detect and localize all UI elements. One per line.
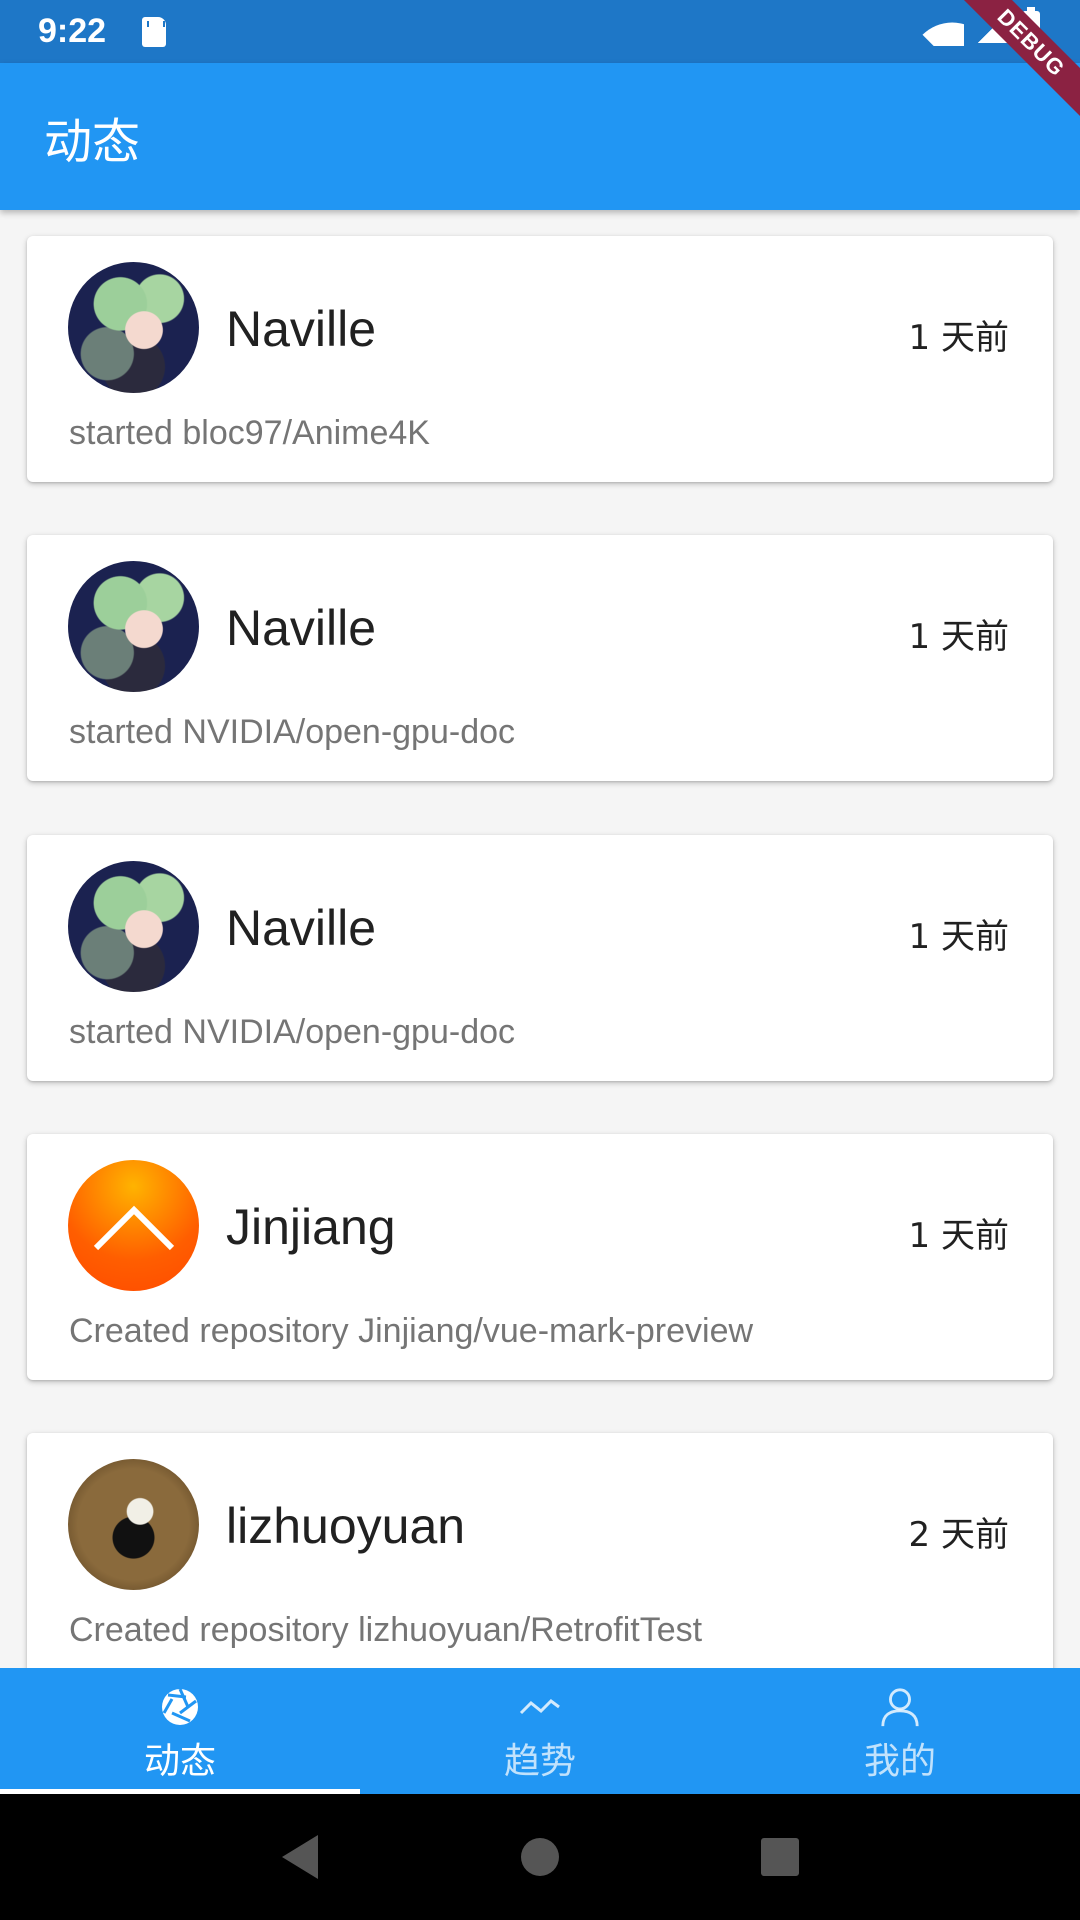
bottom-navigation: 动态 趋势 我的 (0, 1668, 1080, 1794)
event-time: 1 天前 (908, 1216, 1009, 1256)
tab-events[interactable]: 动态 (0, 1668, 360, 1794)
avatar[interactable] (68, 262, 199, 393)
tab-profile[interactable]: 我的 (720, 1668, 1080, 1794)
back-icon[interactable] (270, 1827, 330, 1887)
home-icon[interactable] (510, 1827, 570, 1887)
tab-trending[interactable]: 趋势 (360, 1668, 720, 1794)
user-name: Naville (226, 900, 377, 956)
tab-label: 趋势 (503, 1741, 576, 1782)
event-time: 1 天前 (908, 917, 1009, 957)
event-description: started bloc97/Anime4K (69, 414, 430, 452)
user-name: Jinjiang (226, 1199, 396, 1255)
status-bar: 9:22 (0, 0, 1080, 63)
person-icon (879, 1686, 921, 1728)
event-card[interactable]: Naville 1 天前 started NVIDIA/open-gpu-doc (27, 835, 1053, 1081)
user-name: Naville (226, 600, 377, 656)
event-description: Created repository Jinjiang/vue-mark-pre… (69, 1312, 754, 1350)
event-time: 2 天前 (908, 1515, 1009, 1555)
user-name: Naville (226, 301, 377, 357)
avatar[interactable] (68, 561, 199, 692)
trend-icon (519, 1686, 561, 1728)
avatar[interactable] (68, 1459, 199, 1590)
system-navigation-bar (0, 1794, 1080, 1920)
recents-icon[interactable] (750, 1827, 810, 1887)
event-card[interactable]: Naville 1 天前 started NVIDIA/open-gpu-doc (27, 535, 1053, 781)
event-description: Created repository lizhuoyuan/RetrofitTe… (69, 1611, 703, 1649)
page-title: 动态 (44, 113, 141, 170)
tab-label: 动态 (143, 1741, 216, 1782)
event-time: 1 天前 (908, 318, 1009, 358)
avatar[interactable] (68, 1160, 199, 1291)
event-feed[interactable]: Naville 1 天前 started bloc97/Anime4K Navi… (0, 210, 1080, 1668)
avatar[interactable] (68, 861, 199, 992)
app-bar: 动态 (0, 63, 1080, 210)
screen: 9:22 DEBUG 动态 Naville 1 天前 started bloc9… (0, 0, 1080, 1920)
status-time: 9:22 (38, 12, 107, 50)
event-card[interactable]: Naville 1 天前 started bloc97/Anime4K (27, 236, 1053, 482)
event-card[interactable]: Jinjiang 1 天前 Created repository Jinjian… (27, 1134, 1053, 1380)
tab-label: 我的 (863, 1741, 936, 1782)
event-description: started NVIDIA/open-gpu-doc (69, 1013, 516, 1051)
sd-card-icon (142, 16, 167, 47)
event-time: 1 天前 (908, 617, 1009, 657)
event-card[interactable]: lizhuoyuan 2 天前 Created repository lizhu… (27, 1433, 1053, 1668)
user-name: lizhuoyuan (226, 1498, 466, 1554)
aperture-icon (159, 1686, 201, 1728)
wifi-icon (922, 10, 964, 46)
logo-icon (93, 1205, 175, 1251)
event-description: started NVIDIA/open-gpu-doc (69, 713, 516, 751)
